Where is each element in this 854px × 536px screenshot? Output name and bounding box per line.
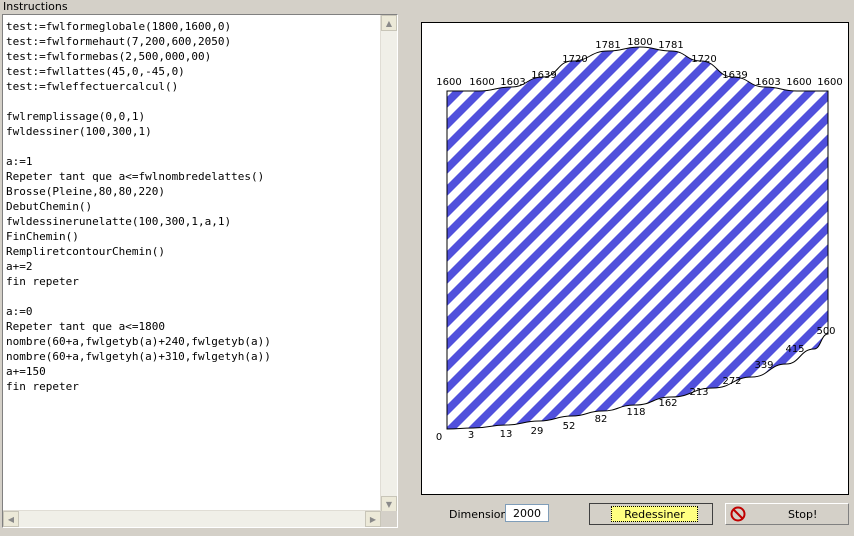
- code-editor[interactable]: test:=fwlformeglobale(1800,1600,0) test:…: [2, 14, 398, 528]
- bottom-height-label: 118: [626, 407, 645, 418]
- scroll-right-button[interactable]: ▶: [365, 511, 381, 527]
- top-height-label: 1639: [722, 70, 747, 81]
- bottom-height-label: 82: [595, 414, 608, 425]
- dimension-label: Dimension: [449, 508, 508, 521]
- horizontal-scrollbar[interactable]: ◀ ▶: [3, 510, 381, 527]
- scroll-left-button[interactable]: ◀: [3, 511, 19, 527]
- stop-label: Stop!: [788, 508, 818, 521]
- stop-sign-icon: [730, 506, 746, 525]
- bottom-height-label: 500: [816, 326, 835, 337]
- drawing-canvas: 1600 1600 1603 1639 1720 1781 1800 1781 1720 1639…: [421, 22, 849, 495]
- top-height-label: 1720: [691, 54, 716, 65]
- chevron-left-icon: ◀: [7, 514, 15, 524]
- scroll-up-button[interactable]: ▲: [381, 15, 397, 31]
- chevron-right-icon: ▶: [369, 514, 377, 524]
- instructions-panel-label: Instructions: [3, 0, 68, 13]
- redraw-label: Redessiner: [624, 507, 685, 521]
- bottom-height-label: 162: [658, 398, 677, 409]
- top-height-label: 1800: [627, 37, 652, 48]
- top-height-label: 1781: [595, 40, 620, 51]
- slat-stripe: [422, 41, 426, 481]
- bottom-height-label: 52: [563, 421, 576, 432]
- bottom-height-label: 3: [468, 430, 474, 441]
- scroll-down-button[interactable]: ▼: [381, 496, 397, 512]
- bottom-height-label: 213: [689, 387, 708, 398]
- slat-stripe: [447, 47, 448, 429]
- bottom-height-label: 29: [531, 426, 544, 437]
- top-height-label: 1603: [755, 77, 780, 88]
- control-bar: Dimension Redessiner Stop!: [405, 500, 854, 536]
- top-height-label: 1639: [531, 70, 556, 81]
- code-text[interactable]: test:=fwlformeglobale(1800,1600,0) test:…: [6, 19, 271, 394]
- bottom-height-label: 339: [754, 360, 773, 371]
- top-height-label: 1720: [562, 54, 587, 65]
- top-height-label: 1600: [786, 77, 811, 88]
- bottom-height-label: 0: [436, 432, 442, 443]
- top-height-label: 1600: [469, 77, 494, 88]
- top-height-label: 1600: [817, 77, 842, 88]
- chevron-down-icon: ▼: [385, 499, 393, 509]
- bottom-height-label: 13: [500, 429, 513, 440]
- dimension-input[interactable]: [505, 504, 549, 522]
- chevron-up-icon: ▲: [385, 18, 393, 28]
- stop-button[interactable]: Stop!: [725, 503, 849, 525]
- top-height-label: 1600: [436, 77, 461, 88]
- bottom-height-label: 415: [785, 344, 804, 355]
- top-height-label: 1603: [500, 77, 525, 88]
- scrollbar-corner: [381, 511, 397, 527]
- slat-drawing: 1600 1600 1603 1639 1720 1781 1800 1781 1720 1639…: [422, 37, 848, 481]
- bottom-height-label: 272: [722, 376, 741, 387]
- slat-stripe: [833, 41, 848, 481]
- top-height-label: 1781: [658, 40, 683, 51]
- redraw-button[interactable]: Redessiner: [589, 503, 713, 525]
- vertical-scrollbar[interactable]: ▲ ▼: [380, 15, 397, 512]
